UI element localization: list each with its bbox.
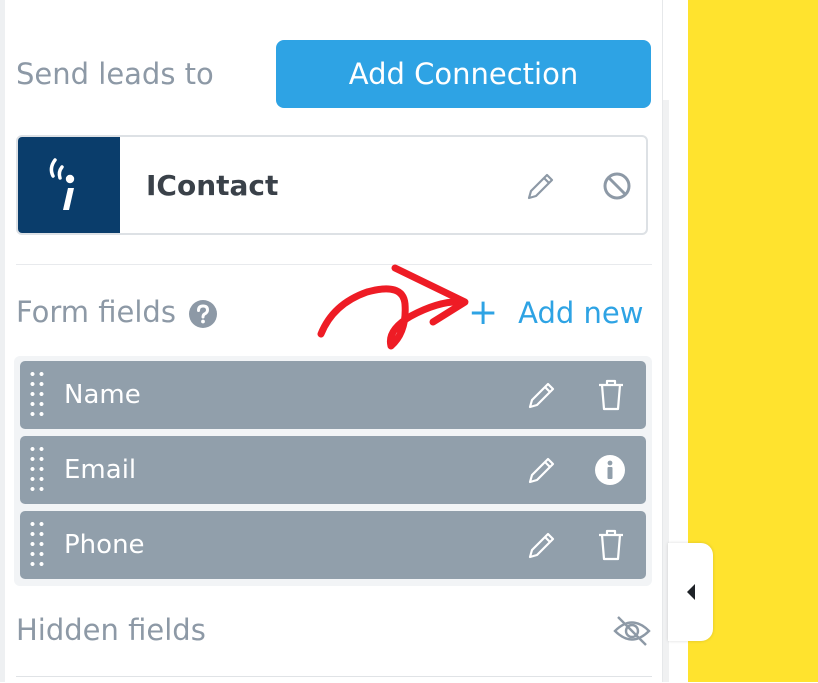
info-circle-icon[interactable] bbox=[594, 454, 626, 486]
annotation-arrow-icon bbox=[317, 264, 469, 350]
add-connection-button[interactable]: Add Connection bbox=[276, 40, 651, 108]
caret-left-icon bbox=[686, 584, 695, 600]
settings-panel: Send leads to Add Connection IContact Fo… bbox=[0, 0, 663, 682]
eye-slash-icon[interactable] bbox=[612, 614, 652, 648]
field-name: Phone bbox=[64, 530, 145, 560]
field-name: Email bbox=[64, 455, 137, 485]
field-name: Name bbox=[64, 380, 141, 410]
hidden-fields-label: Hidden fields bbox=[16, 613, 206, 647]
pencil-icon[interactable] bbox=[525, 528, 559, 562]
drag-handle-icon[interactable] bbox=[28, 519, 46, 571]
connection-name: IContact bbox=[146, 169, 279, 202]
add-new-field-button[interactable]: + Add new bbox=[468, 295, 643, 331]
field-row-phone[interactable]: Phone bbox=[20, 511, 646, 579]
pencil-icon[interactable] bbox=[525, 378, 559, 412]
field-row-name[interactable]: Name bbox=[20, 361, 646, 429]
ban-icon[interactable] bbox=[600, 169, 634, 203]
add-new-label: Add new bbox=[518, 296, 644, 330]
drag-handle-icon[interactable] bbox=[28, 444, 46, 496]
field-row-email[interactable]: Email bbox=[20, 436, 646, 504]
send-leads-label: Send leads to bbox=[16, 57, 214, 91]
form-fields-label: Form fields bbox=[16, 295, 176, 329]
panel-edge bbox=[0, 0, 5, 682]
drag-handle-icon[interactable] bbox=[28, 369, 46, 421]
pencil-icon[interactable] bbox=[524, 169, 558, 203]
pencil-icon[interactable] bbox=[525, 453, 559, 487]
trash-icon[interactable] bbox=[594, 528, 628, 562]
connection-card: IContact bbox=[16, 135, 648, 235]
trash-icon[interactable] bbox=[594, 378, 628, 412]
collapse-panel-button[interactable] bbox=[668, 543, 713, 641]
question-circle-icon[interactable] bbox=[188, 299, 218, 329]
plus-icon: + bbox=[468, 292, 499, 333]
icontact-logo-icon bbox=[18, 137, 120, 233]
